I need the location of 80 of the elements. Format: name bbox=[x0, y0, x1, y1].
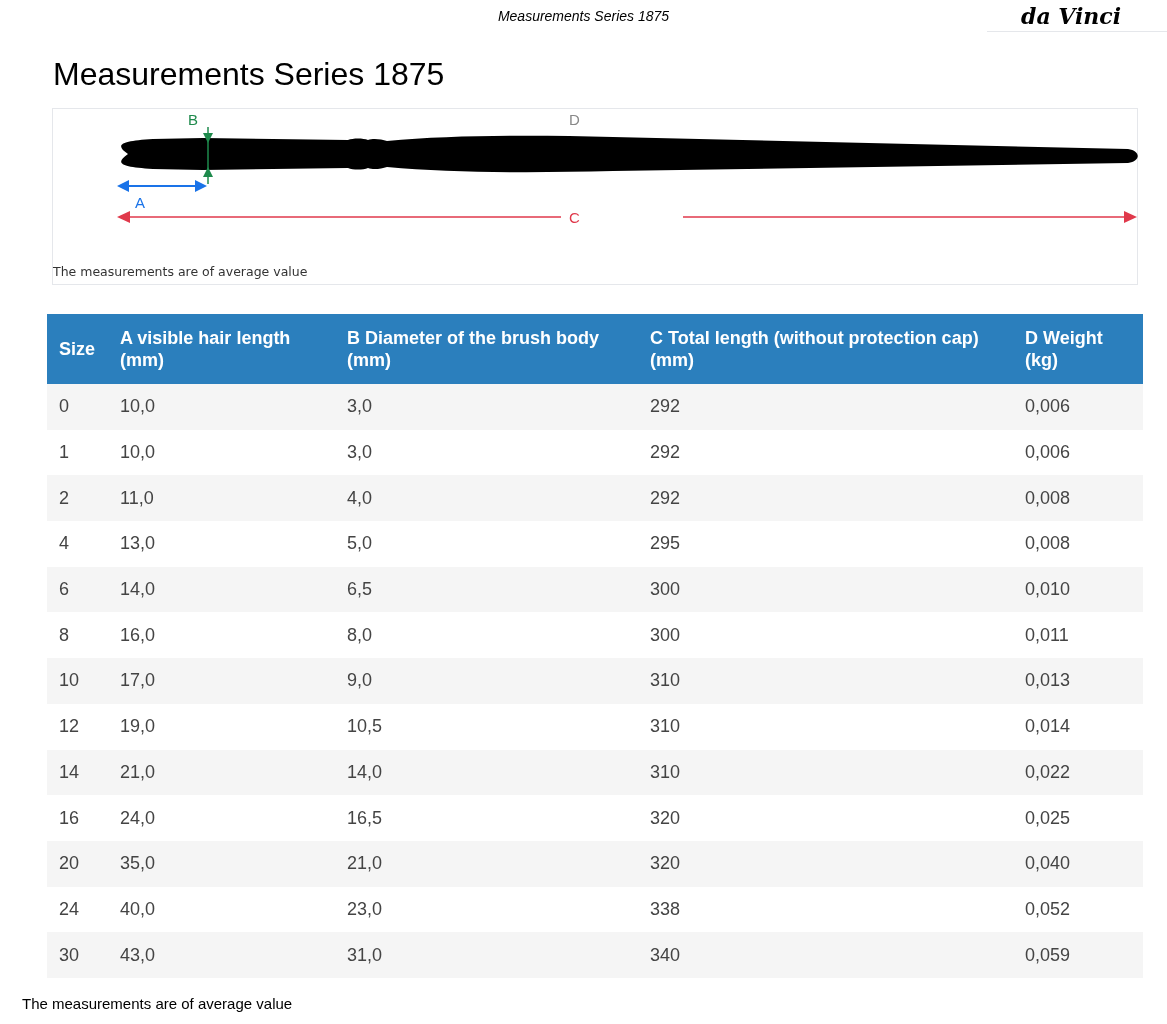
table-cell: 6,5 bbox=[337, 566, 640, 613]
table-cell: 0,006 bbox=[1015, 429, 1143, 476]
table-cell: 8,0 bbox=[337, 612, 640, 659]
table-cell: 24,0 bbox=[110, 795, 337, 841]
table-cell: 3,0 bbox=[337, 429, 640, 476]
column-header: B Diameter of the brush body (mm) bbox=[337, 314, 640, 384]
table-cell: 14,0 bbox=[110, 566, 337, 613]
table-cell: 16,0 bbox=[110, 612, 337, 659]
table-cell: 13,0 bbox=[110, 521, 337, 567]
table-cell: 310 bbox=[640, 703, 1015, 750]
table-cell: 320 bbox=[640, 795, 1015, 841]
table-cell: 0,052 bbox=[1015, 886, 1143, 933]
table-cell: 338 bbox=[640, 886, 1015, 933]
table-cell: 0,008 bbox=[1015, 475, 1143, 522]
table-cell: 2 bbox=[47, 475, 110, 522]
table-cell: 10 bbox=[47, 658, 110, 704]
table-cell: 11,0 bbox=[110, 475, 337, 522]
table-cell: 14,0 bbox=[337, 749, 640, 796]
table-cell: 35,0 bbox=[110, 840, 337, 887]
table-cell: 43,0 bbox=[110, 932, 337, 978]
table-cell: 40,0 bbox=[110, 886, 337, 933]
table-cell: 31,0 bbox=[337, 932, 640, 978]
dimension-a-label: A bbox=[135, 194, 145, 211]
table-cell: 4,0 bbox=[337, 475, 640, 522]
table-cell: 17,0 bbox=[110, 658, 337, 704]
table-cell: 292 bbox=[640, 475, 1015, 522]
table-cell: 30 bbox=[47, 932, 110, 978]
table-cell: 16 bbox=[47, 795, 110, 841]
table-cell: 0,014 bbox=[1015, 703, 1143, 750]
table-cell: 12 bbox=[47, 703, 110, 750]
table-cell: 10,5 bbox=[337, 703, 640, 750]
table-cell: 295 bbox=[640, 521, 1015, 567]
table-cell: 3,0 bbox=[337, 384, 640, 430]
table-cell: 300 bbox=[640, 566, 1015, 613]
table-cell: 1 bbox=[47, 429, 110, 476]
table-cell: 320 bbox=[640, 840, 1015, 887]
table-cell: 0,025 bbox=[1015, 795, 1143, 841]
table-cell: 0,040 bbox=[1015, 840, 1143, 887]
table-cell: 340 bbox=[640, 932, 1015, 978]
table-cell: 0 bbox=[47, 384, 110, 430]
column-header: D Weight (kg) bbox=[1015, 314, 1143, 384]
table-cell: 5,0 bbox=[337, 521, 640, 567]
column-header: Size bbox=[47, 314, 110, 384]
table-cell: 16,5 bbox=[337, 795, 640, 841]
table-cell: 0,006 bbox=[1015, 384, 1143, 430]
table-cell: 24 bbox=[47, 886, 110, 933]
table-cell: 300 bbox=[640, 612, 1015, 659]
table-cell: 292 bbox=[640, 384, 1015, 430]
table-cell: 10,0 bbox=[110, 429, 337, 476]
dimension-c-label: C bbox=[569, 209, 580, 226]
table-cell: 6 bbox=[47, 566, 110, 613]
table-cell: 0,011 bbox=[1015, 612, 1143, 659]
table-cell: 9,0 bbox=[337, 658, 640, 704]
dimension-b-label: B bbox=[188, 111, 198, 128]
table-cell: 0,010 bbox=[1015, 566, 1143, 613]
table-cell: 292 bbox=[640, 429, 1015, 476]
table-cell: 21,0 bbox=[110, 749, 337, 796]
table-cell: 0,022 bbox=[1015, 749, 1143, 796]
page-title: Measurements Series 1875 bbox=[53, 55, 446, 94]
logo: da Vinci bbox=[1021, 4, 1122, 27]
table-cell: 0,013 bbox=[1015, 658, 1143, 704]
table-cell: 23,0 bbox=[337, 886, 640, 933]
table-cell: 20 bbox=[47, 840, 110, 887]
table-cell: 310 bbox=[640, 749, 1015, 796]
page-header-title: Measurements Series 1875 bbox=[497, 6, 670, 26]
table-cell: 10,0 bbox=[110, 384, 337, 430]
table-cell: 19,0 bbox=[110, 703, 337, 750]
dimension-b-arrow bbox=[203, 126, 213, 185]
table-cell: 0,008 bbox=[1015, 521, 1143, 567]
table-cell: 8 bbox=[47, 612, 110, 659]
column-header: C Total length (without protection cap) (mm) bbox=[640, 314, 1015, 384]
footer-note: The measurements are of average value bbox=[22, 994, 293, 1012]
diagram-caption: The measurements are of average value bbox=[53, 263, 308, 282]
column-header: A visible hair length (mm) bbox=[110, 314, 337, 384]
dimension-d-label: D bbox=[569, 111, 580, 128]
table-cell: 21,0 bbox=[337, 840, 640, 887]
table-cell: 14 bbox=[47, 749, 110, 796]
table-cell: 0,059 bbox=[1015, 932, 1143, 978]
table-cell: 310 bbox=[640, 658, 1015, 704]
table-cell: 4 bbox=[47, 521, 110, 567]
